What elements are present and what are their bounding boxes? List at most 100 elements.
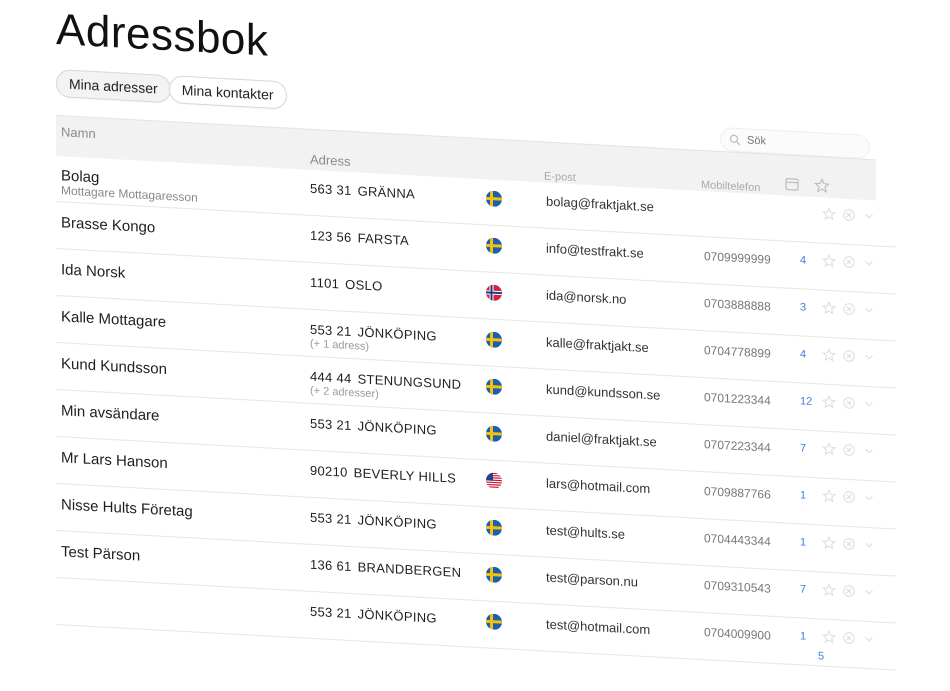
email: test@hotmail.com [546,616,651,638]
mobile-phone: 0703888888 [704,296,771,314]
star-icon[interactable] [822,535,836,551]
country-flag-icon [486,425,502,443]
mobile-phone: 0704443344 [704,531,771,549]
chevron-down-icon[interactable] [862,209,876,224]
star-icon[interactable] [822,206,836,222]
zip-code: 90210 [310,462,348,480]
star-icon[interactable] [822,582,836,598]
country-flag-icon [486,237,502,255]
city: JÖNKÖPING [357,324,437,344]
city: GRÄNNA [357,183,415,202]
usage-count: 3 [800,301,807,314]
row-actions [822,582,882,600]
star-icon[interactable] [822,488,836,504]
delete-icon[interactable] [842,302,856,317]
star-icon[interactable] [822,394,836,410]
contact-name[interactable]: Brasse Kongo [61,214,155,236]
mobile-phone: 0709999999 [704,249,771,267]
contact-subname: Mottagare Mottagaresson [61,183,198,205]
star-icon[interactable] [822,300,836,316]
chevron-down-icon[interactable] [862,397,876,412]
address-table-body: Bolag Mottagare Mottagaresson 563 31 GRÄNNA… [56,155,896,688]
delete-icon[interactable] [842,396,856,411]
city: FARSTA [357,230,409,249]
star-icon[interactable] [822,441,836,457]
chevron-down-icon[interactable] [862,350,876,365]
email: test@parson.nu [546,569,638,590]
email: kund@kundsson.se [546,381,661,403]
city: JÖNKÖPING [357,512,437,532]
city: BRANDBERGEN [357,559,462,580]
row-actions [822,394,882,412]
address-line: 1101 OSLO [310,275,382,294]
usage-count: 4 [800,254,807,267]
mobile-phone: 0701223344 [704,390,771,408]
row-actions [822,206,882,224]
email: daniel@fraktjakt.se [546,428,657,450]
country-flag-icon [486,472,502,489]
address-line: 553 21 JÖNKÖPING [310,416,437,438]
mobile-phone: 0704009900 [704,625,771,643]
delete-icon[interactable] [842,349,856,364]
delete-icon[interactable] [842,490,856,505]
star-icon[interactable] [822,629,836,645]
contact-name[interactable]: Test Pärson [61,543,140,564]
zip-code: 563 31 [310,180,352,199]
country-flag-icon [486,613,502,631]
extra-addresses[interactable]: (+ 2 adresser) [310,385,379,401]
search-input[interactable] [745,133,859,154]
country-flag-icon [486,566,502,584]
email: info@testfrakt.se [546,240,644,261]
star-icon[interactable] [814,177,830,194]
country-flag-icon [486,190,502,208]
contact-name[interactable]: Kalle Mottagare [61,308,166,331]
calendar-icon[interactable] [784,175,800,192]
extra-addresses[interactable]: (+ 1 adress) [310,338,369,353]
search-icon [729,134,741,146]
delete-icon[interactable] [842,255,856,270]
email: test@hults.se [546,522,625,542]
chevron-down-icon[interactable] [862,303,876,318]
column-header-name[interactable]: Namn [61,124,96,141]
contact-name[interactable]: Min avsändare [61,402,159,424]
email: ida@norsk.no [546,287,627,307]
star-icon[interactable] [822,253,836,269]
contact-name[interactable]: Nisse Hults Företag [61,496,193,520]
tab-mina-kontakter[interactable]: Mina kontakter [168,75,287,110]
contact-name[interactable]: Mr Lars Hanson [61,449,168,472]
page-title: Adressbok [56,5,269,66]
address-book-page: Adressbok Mina adresser Mina kontakter N… [0,0,950,671]
chevron-down-icon[interactable] [862,491,876,506]
delete-icon[interactable] [842,208,856,223]
usage-count: 1 [800,630,807,643]
delete-icon[interactable] [842,584,856,599]
address-line: 90210 BEVERLY HILLS [310,463,456,486]
usage-count: 12 [800,395,813,408]
mobile-phone: 0707223344 [704,437,771,455]
zip-code: 444 44 [310,368,352,387]
row-actions [822,300,882,318]
delete-icon[interactable] [842,537,856,552]
zip-code: 1101 [310,274,340,292]
city: BEVERLY HILLS [353,465,457,486]
mobile-phone: 0709310543 [704,578,771,596]
email: kalle@fraktjakt.se [546,334,649,356]
contact-name[interactable]: Ida Norsk [61,261,125,281]
contact-name[interactable]: Kund Kundsson [61,355,167,378]
tab-mina-adresser[interactable]: Mina adresser [56,69,171,104]
chevron-down-icon[interactable] [862,538,876,553]
chevron-down-icon[interactable] [862,256,876,271]
tab-bar: Mina adresser Mina kontakter [56,69,287,110]
email: lars@hotmail.com [546,475,651,497]
mobile-phone: 0704778899 [704,343,771,361]
address-line: 563 31 GRÄNNA [310,181,415,202]
chevron-down-icon[interactable] [862,585,876,600]
chevron-down-icon[interactable] [862,444,876,459]
column-header-address[interactable]: Adress [310,152,350,169]
star-icon[interactable] [822,347,836,363]
row-actions [822,347,882,365]
delete-icon[interactable] [842,443,856,458]
delete-icon[interactable] [842,631,856,646]
chevron-down-icon[interactable] [862,632,876,647]
zip-code: 553 21 [310,321,352,340]
